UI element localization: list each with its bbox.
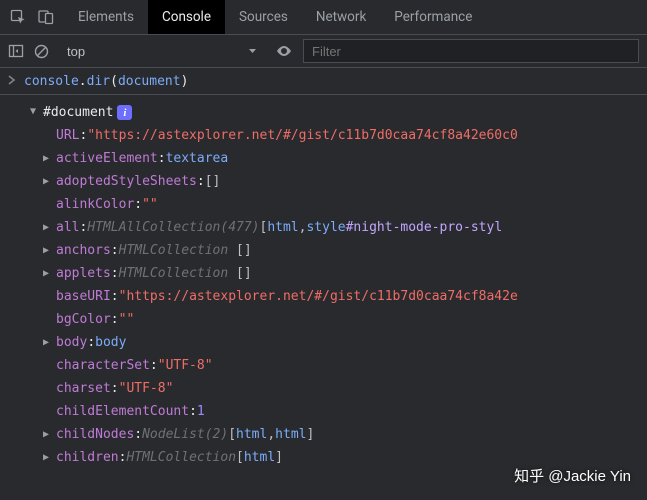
triangle-right-icon: ▶ bbox=[43, 446, 53, 469]
chevron-right-icon bbox=[8, 74, 16, 89]
clear-console-icon[interactable] bbox=[34, 44, 49, 59]
info-icon[interactable]: i bbox=[117, 105, 132, 120]
tab-performance[interactable]: Performance bbox=[380, 0, 486, 34]
object-header[interactable]: ▼ #document i bbox=[30, 101, 647, 124]
tab-elements[interactable]: Elements bbox=[64, 0, 148, 34]
console-toolbar: top bbox=[0, 35, 647, 68]
prop-child-nodes[interactable]: ▶ childNodes: NodeList(2) [html, html] bbox=[30, 423, 647, 446]
prop-body[interactable]: ▶ body: body bbox=[30, 331, 647, 354]
triangle-right-icon: ▶ bbox=[43, 331, 53, 354]
live-expression-icon[interactable] bbox=[275, 42, 293, 60]
prop-child-element-count[interactable]: childElementCount: 1 bbox=[30, 400, 647, 423]
tab-console[interactable]: Console bbox=[148, 0, 225, 34]
prop-active-element[interactable]: ▶ activeElement: textarea bbox=[30, 147, 647, 170]
triangle-right-icon: ▶ bbox=[43, 170, 53, 193]
prop-bg-color[interactable]: bgColor: "" bbox=[30, 308, 647, 331]
console-command-row: console.dir(document) bbox=[0, 68, 647, 95]
devtools-tab-bar: Elements Console Sources Network Perform… bbox=[0, 0, 647, 35]
console-output: ▼ #document i URL: "https://astexplorer.… bbox=[0, 95, 647, 469]
prop-character-set[interactable]: characterSet: "UTF-8" bbox=[30, 354, 647, 377]
triangle-down-icon: ▼ bbox=[30, 100, 40, 123]
execution-context-select[interactable]: top bbox=[59, 40, 265, 62]
prop-applets[interactable]: ▶ applets: HTMLCollection [] bbox=[30, 262, 647, 285]
console-sidebar-toggle-icon[interactable] bbox=[8, 43, 24, 59]
watermark: 知乎 @Jackie Yin bbox=[514, 465, 631, 486]
triangle-right-icon: ▶ bbox=[43, 239, 53, 262]
command-text: console.dir(document) bbox=[24, 74, 188, 89]
prop-charset[interactable]: charset: "UTF-8" bbox=[30, 377, 647, 400]
console-filter-input[interactable] bbox=[303, 39, 639, 63]
tab-sources[interactable]: Sources bbox=[225, 0, 302, 34]
prop-base-uri[interactable]: baseURI: "https://astexplorer.net/#/gist… bbox=[30, 285, 647, 308]
context-label: top bbox=[67, 44, 85, 59]
prop-adopted-style-sheets[interactable]: ▶ adoptedStyleSheets: [] bbox=[30, 170, 647, 193]
triangle-right-icon: ▶ bbox=[43, 147, 53, 170]
inspect-element-icon[interactable] bbox=[10, 9, 26, 25]
prop-alink-color[interactable]: alinkColor: "" bbox=[30, 193, 647, 216]
tab-network[interactable]: Network bbox=[302, 0, 380, 34]
chevron-down-icon bbox=[248, 47, 257, 56]
prop-url[interactable]: URL: "https://astexplorer.net/#/gist/c11… bbox=[30, 124, 647, 147]
prop-anchors[interactable]: ▶ anchors: HTMLCollection [] bbox=[30, 239, 647, 262]
triangle-right-icon: ▶ bbox=[43, 423, 53, 446]
triangle-right-icon: ▶ bbox=[43, 216, 53, 239]
device-toolbar-icon[interactable] bbox=[38, 9, 54, 25]
triangle-right-icon: ▶ bbox=[43, 262, 53, 285]
prop-all[interactable]: ▶ all: HTMLAllCollection(477) [html, sty… bbox=[30, 216, 647, 239]
